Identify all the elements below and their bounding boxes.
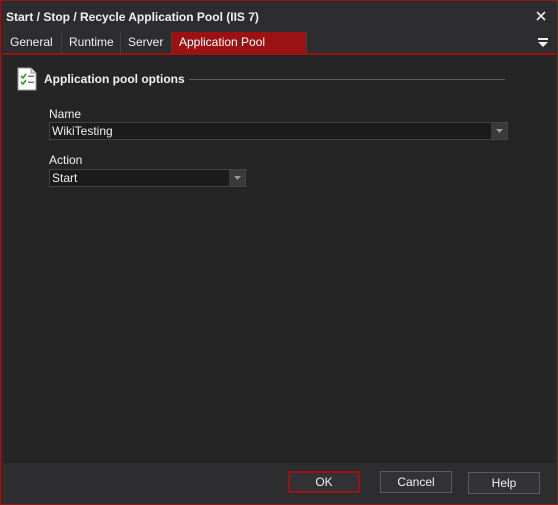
tab-general[interactable]: General bbox=[3, 32, 62, 53]
tab-bar: General Runtime Server Application Pool … bbox=[3, 32, 555, 70]
options-panel: Application pool options Name WikiTestin… bbox=[3, 55, 555, 463]
checklist-icon bbox=[17, 67, 37, 91]
name-value: WikiTesting bbox=[52, 124, 113, 138]
action-dropdown-button[interactable] bbox=[229, 170, 245, 186]
button-bar: OK Cancel Help bbox=[1, 463, 557, 504]
chevron-down-icon bbox=[495, 129, 503, 133]
tab-application-pool-options[interactable]: Application Pool Options bbox=[172, 32, 307, 70]
close-button[interactable] bbox=[531, 6, 551, 26]
name-label: Name bbox=[49, 107, 82, 121]
ok-button[interactable]: OK bbox=[288, 471, 360, 493]
cancel-button[interactable]: Cancel bbox=[380, 471, 452, 493]
action-combobox[interactable]: Start bbox=[49, 169, 246, 187]
close-icon bbox=[536, 11, 546, 21]
tab-runtime[interactable]: Runtime bbox=[62, 32, 121, 53]
name-combobox[interactable]: WikiTesting bbox=[49, 122, 508, 140]
section-heading: Application pool options bbox=[44, 72, 185, 86]
action-value: Start bbox=[52, 171, 78, 185]
dialog-window: Start / Stop / Recycle Application Pool … bbox=[0, 0, 558, 505]
name-dropdown-button[interactable] bbox=[491, 123, 507, 139]
action-label: Action bbox=[49, 153, 83, 167]
title-bar: Start / Stop / Recycle Application Pool … bbox=[1, 1, 557, 32]
tab-menu-icon[interactable] bbox=[538, 37, 548, 47]
chevron-down-icon bbox=[233, 176, 241, 180]
window-title: Start / Stop / Recycle Application Pool … bbox=[6, 10, 259, 24]
help-button[interactable]: Help bbox=[468, 472, 540, 494]
tab-server[interactable]: Server bbox=[121, 32, 172, 53]
section-divider bbox=[189, 79, 505, 80]
